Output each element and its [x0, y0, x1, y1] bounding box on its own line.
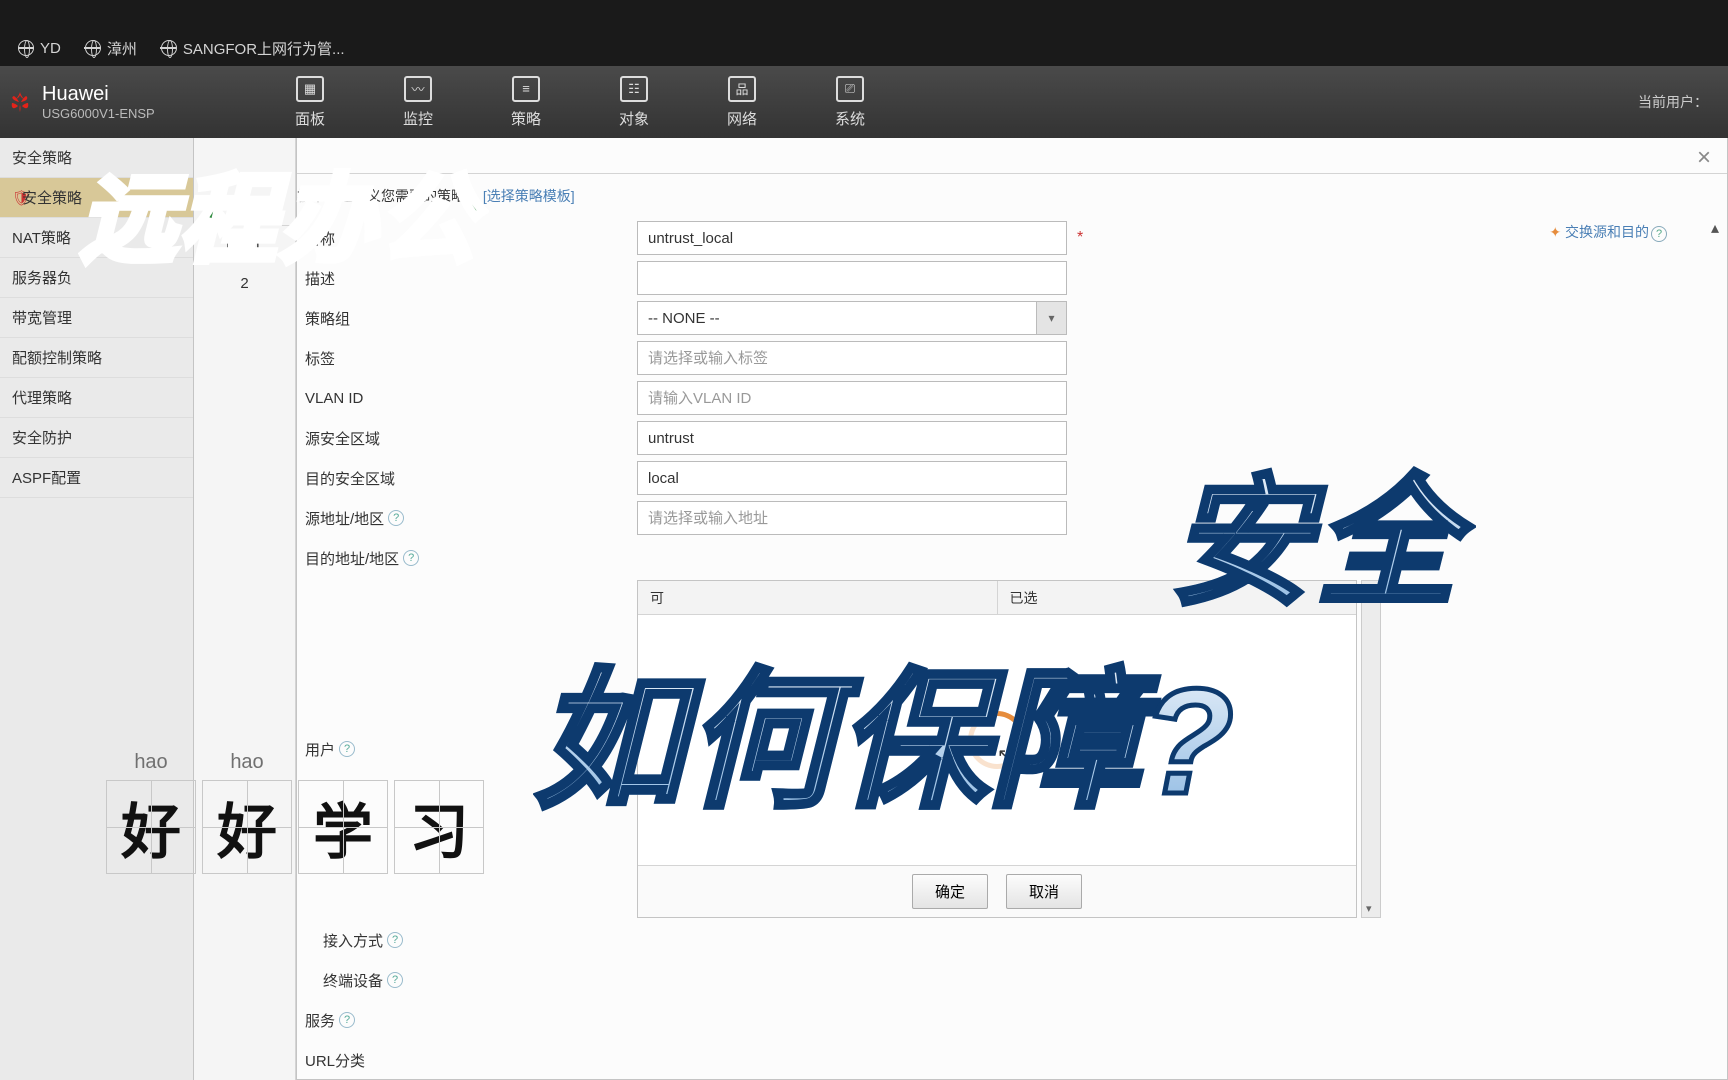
globe-icon — [18, 40, 34, 56]
globe-icon — [161, 40, 177, 56]
vlan-input[interactable] — [637, 381, 1067, 415]
group-select[interactable] — [637, 301, 1067, 335]
cancel-button[interactable]: 取消 — [1006, 874, 1082, 909]
help-icon[interactable]: ? — [339, 741, 355, 757]
src-addr-input[interactable] — [637, 501, 1067, 535]
sidebar-item-quota[interactable]: 配额控制策略 — [0, 338, 193, 378]
overlay-study-chars: hao好 hao好 学 习 — [106, 780, 484, 874]
nav-dashboard[interactable]: ▦面板 — [256, 76, 364, 129]
picker-available-header: 可 — [638, 581, 998, 614]
dialog-hint: 板来快速定义您需要的策略。 [选择策略模板] — [297, 174, 1719, 218]
bookmark-sangfor[interactable]: SANGFOR上网行为管... — [161, 38, 345, 59]
close-icon[interactable]: × — [1697, 144, 1711, 172]
ok-button[interactable]: 确定 — [912, 874, 988, 909]
study-char: 习 — [394, 780, 484, 874]
tag-input[interactable] — [637, 341, 1067, 375]
study-char: 学 — [298, 780, 388, 874]
monitor-icon: 〰 — [404, 76, 432, 102]
globe-icon — [85, 40, 101, 56]
brand-name: Huawei — [42, 83, 155, 106]
current-user-label: 当前用户： — [1638, 92, 1720, 112]
sidebar-item-proxy[interactable]: 代理策略 — [0, 378, 193, 418]
src-zone-input[interactable] — [637, 421, 1067, 455]
bookmark-zhangzhou[interactable]: 漳州 — [85, 38, 137, 59]
nav-object[interactable]: ☷对象 — [580, 76, 688, 129]
swap-src-dst-link[interactable]: ✦ 交换源和目的? — [1549, 222, 1667, 242]
name-input[interactable] — [637, 221, 1067, 255]
network-icon: 品 — [728, 76, 756, 102]
bookmark-bar: YD 漳州 SANGFOR上网行为管... — [0, 30, 1728, 66]
browser-top-bar — [0, 0, 1728, 30]
policy-dialog: × ▴ 板来快速定义您需要的策略。 [选择策略模板] ✦ 交换源和目的? 名称*… — [296, 138, 1728, 1080]
desc-input[interactable] — [637, 261, 1067, 295]
overlay-title-blue1: 安全 — [1170, 430, 1462, 632]
label-dst-zone: 目的安全区域 — [297, 468, 637, 489]
label-group: 策略组 — [297, 308, 637, 329]
object-icon: ☷ — [620, 76, 648, 102]
chevron-down-icon[interactable]: ▾ — [1036, 302, 1066, 334]
nav-monitor[interactable]: 〰监控 — [364, 76, 472, 129]
label-vlan: VLAN ID — [297, 390, 637, 407]
overlay-title-blue2: 如何保障? — [534, 620, 1236, 837]
sidebar-item-bandwidth[interactable]: 带宽管理 — [0, 298, 193, 338]
label-service: 服务? — [297, 1010, 637, 1031]
nav-network[interactable]: 品网络 — [688, 76, 796, 129]
help-icon[interactable]: ? — [1651, 226, 1667, 242]
label-dst-addr: 目的地址/地区? — [297, 548, 637, 569]
study-char: hao好 — [106, 780, 196, 874]
huawei-logo-icon — [8, 90, 32, 114]
dialog-titlebar: × — [297, 138, 1727, 174]
scroll-up-icon[interactable]: ▴ — [1711, 218, 1719, 238]
policy-icon: ≡ — [512, 76, 540, 102]
main-nav: ▦面板 〰监控 ≡策略 ☷对象 品网络 ⎚系统 — [256, 76, 904, 129]
label-access: 接入方式? — [297, 930, 637, 951]
bookmark-yd[interactable]: YD — [18, 40, 61, 57]
app-header: Huawei USG6000V1-ENSP ▦面板 〰监控 ≡策略 ☷对象 品网… — [0, 66, 1728, 138]
help-icon[interactable]: ? — [339, 1012, 355, 1028]
label-tag: 标签 — [297, 348, 637, 369]
label-url: URL分类 — [297, 1050, 637, 1071]
label-src-addr: 源地址/地区? — [297, 508, 637, 529]
help-icon[interactable]: ? — [387, 932, 403, 948]
label-src-zone: 源安全区域 — [297, 428, 637, 449]
device-model: USG6000V1-ENSP — [42, 106, 155, 121]
dashboard-icon: ▦ — [296, 76, 324, 102]
system-icon: ⎚ — [836, 76, 864, 102]
help-icon[interactable]: ? — [388, 510, 404, 526]
brand-block: Huawei USG6000V1-ENSP — [8, 83, 256, 121]
required-mark: * — [1077, 229, 1083, 247]
dst-zone-input[interactable] — [637, 461, 1067, 495]
label-terminal: 终端设备? — [297, 970, 637, 991]
nav-system[interactable]: ⎚系统 — [796, 76, 904, 129]
help-icon[interactable]: ? — [387, 972, 403, 988]
nav-policy[interactable]: ≡策略 — [472, 76, 580, 129]
help-icon[interactable]: ? — [403, 550, 419, 566]
study-char: hao好 — [202, 780, 292, 874]
sidebar-item-security-protect[interactable]: 安全防护 — [0, 418, 193, 458]
overlay-title-green: 远程办公 — [80, 142, 480, 281]
template-link[interactable]: [选择策略模板] — [483, 188, 575, 204]
sidebar-item-aspf[interactable]: ASPF配置 — [0, 458, 193, 498]
